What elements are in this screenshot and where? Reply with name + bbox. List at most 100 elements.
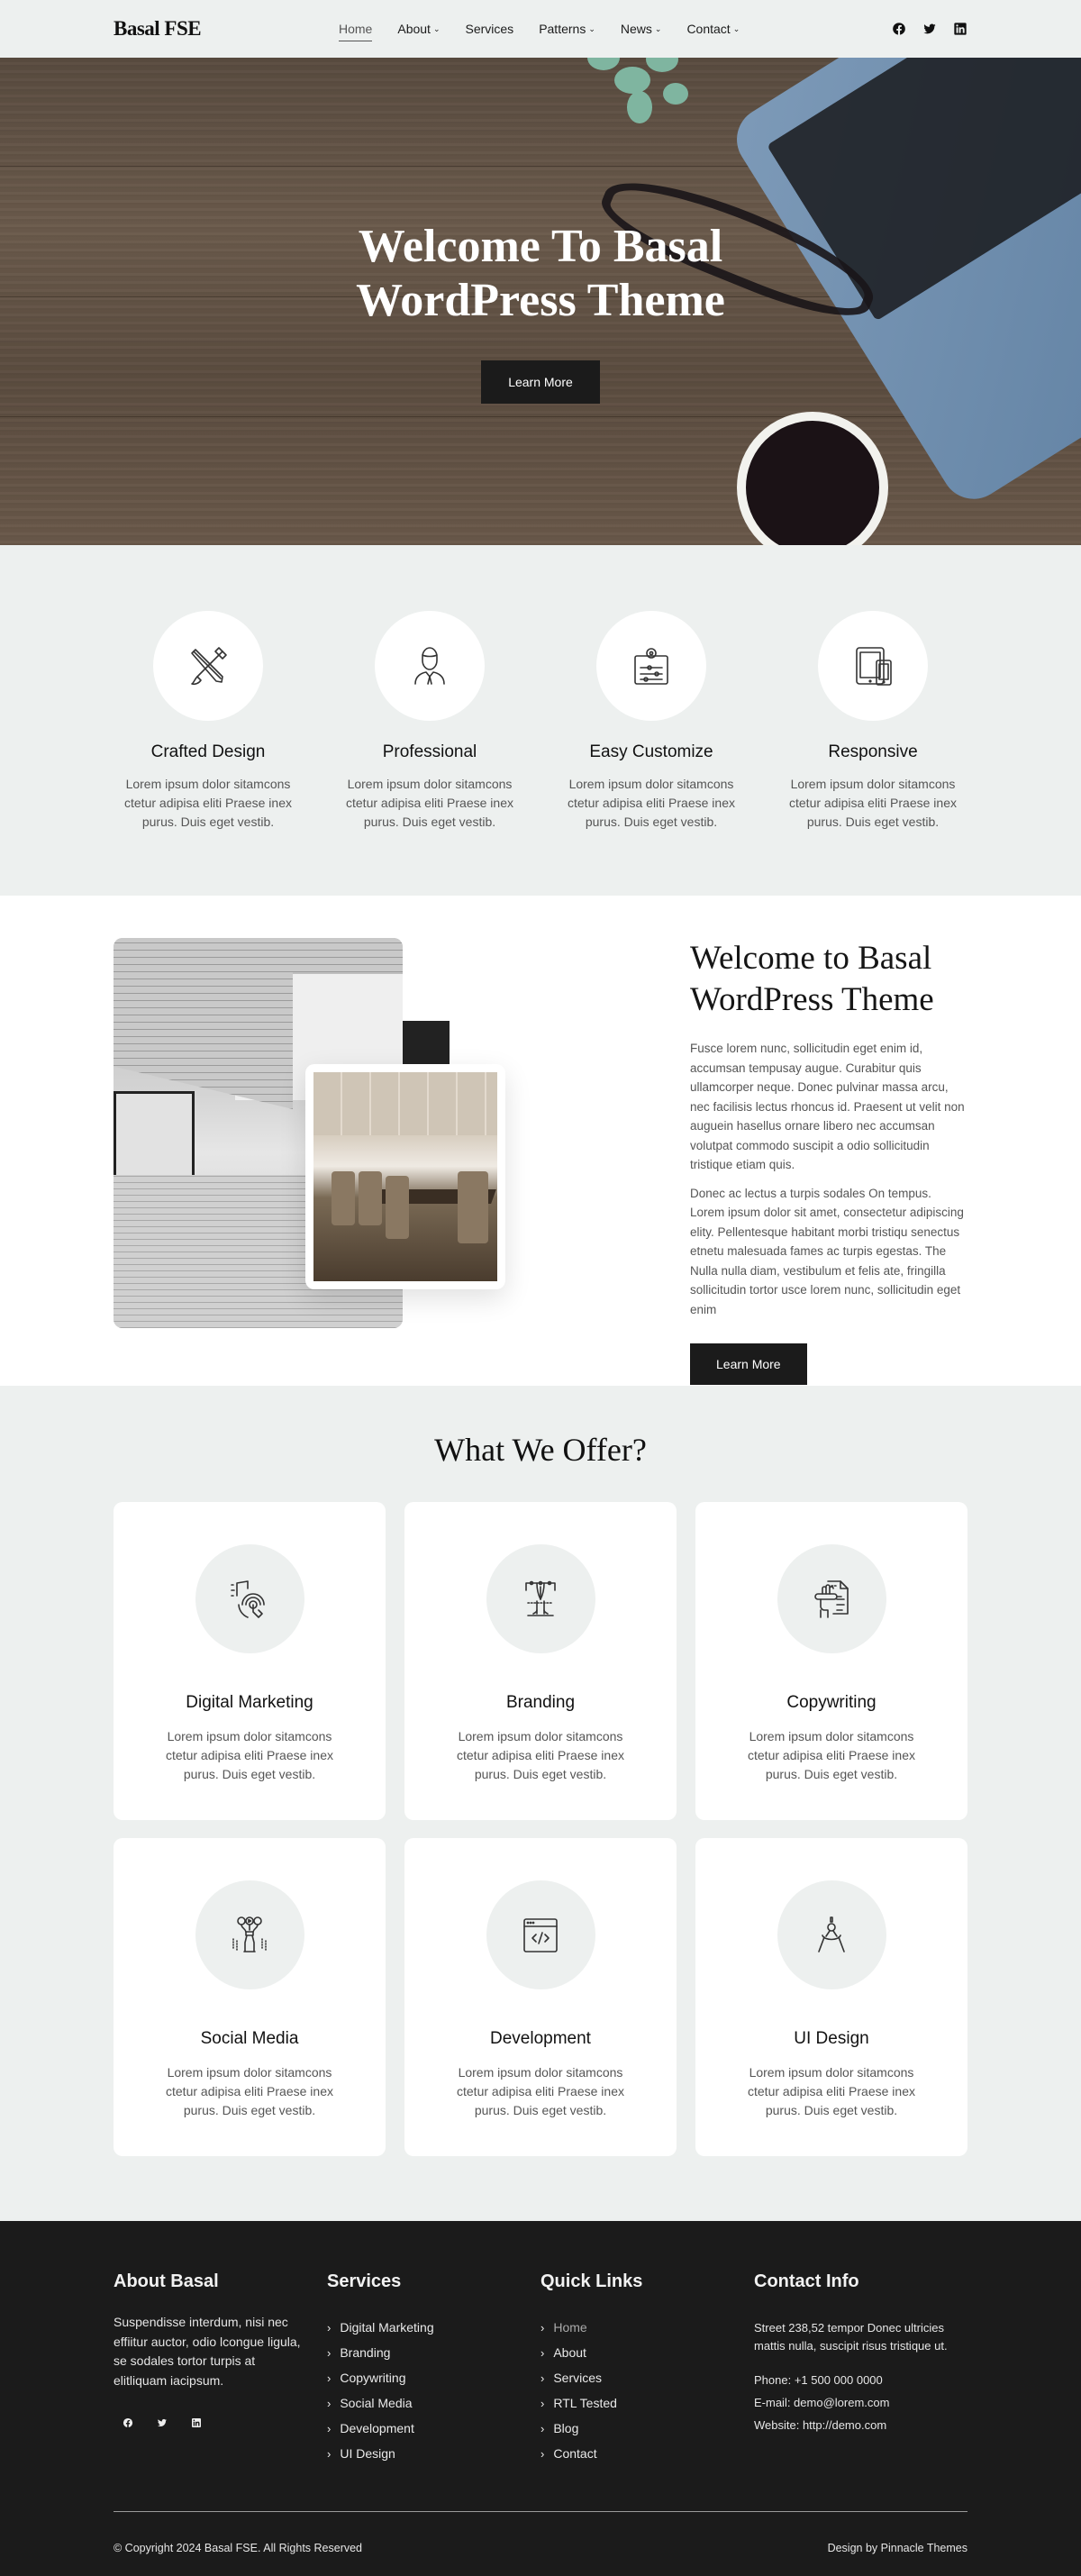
offer-card-desc: Lorem ipsum dolor sitamcons ctetur adipi…: [166, 2065, 333, 2117]
feature-desc: Lorem ipsum dolor sitamcons ctetur adipi…: [789, 777, 957, 829]
feature-desc: Lorem ipsum dolor sitamcons ctetur adipi…: [346, 777, 513, 829]
offer-icon-circle: [486, 1880, 595, 1989]
footer-service-link[interactable]: › Digital Marketing: [327, 2315, 540, 2340]
contact-phone[interactable]: Phone: +1 500 000 0000: [754, 2369, 967, 2391]
feature-desc: Lorem ipsum dolor sitamcons ctetur adipi…: [568, 777, 735, 829]
footer-contact: Contact Info Street 238,52 tempor Donec …: [754, 2271, 967, 2466]
footer-quick-link[interactable]: › RTL Tested: [540, 2390, 754, 2416]
offer-card-title: Social Media: [200, 2029, 299, 2048]
site-logo[interactable]: Basal FSE: [114, 17, 339, 41]
nav-label: Patterns: [539, 22, 586, 36]
facebook-icon[interactable]: [123, 2417, 133, 2428]
meeting-room-image-frame: [305, 1064, 505, 1289]
feature-icon-circle: [153, 611, 263, 721]
chevron-right-icon: ›: [327, 2320, 332, 2335]
link-label: Contact: [553, 2446, 597, 2461]
facebook-icon[interactable]: [892, 22, 906, 36]
contact-email[interactable]: E-mail: demo@lorem.com: [754, 2391, 967, 2414]
chevron-down-icon: ⌄: [432, 23, 441, 33]
link-label: Digital Marketing: [340, 2320, 434, 2335]
footer-service-link[interactable]: › Branding: [327, 2340, 540, 2365]
nav-home[interactable]: Home: [339, 22, 373, 41]
nav-about[interactable]: About ⌄: [397, 22, 440, 36]
link-label: UI Design: [340, 2446, 395, 2461]
feature-item: Professional Lorem ipsum dolor sitamcons…: [335, 611, 524, 832]
welcome-learn-more-button[interactable]: Learn More: [690, 1343, 807, 1385]
footer-bottom: © Copyright 2024 Basal FSE. All Rights R…: [114, 2542, 967, 2554]
settings-sliders-icon: [634, 648, 668, 685]
hero-title-line: WordPress Theme: [356, 275, 725, 326]
footer-quick-link[interactable]: › Blog: [540, 2416, 754, 2441]
pen-tool-type-icon: [525, 1580, 556, 1616]
hero-learn-more-button[interactable]: Learn More: [481, 360, 600, 404]
contact-website[interactable]: Website: http://demo.com: [754, 2414, 967, 2436]
touch-click-icon: [231, 1579, 265, 1618]
chevron-right-icon: ›: [540, 2396, 545, 2410]
compass-icon: [818, 1916, 845, 1952]
nav-label: Contact: [686, 22, 731, 36]
link-label: Social Media: [340, 2396, 413, 2410]
meeting-room-image: [313, 1072, 497, 1281]
hero-content: Welcome To Basal WordPress Theme Learn M…: [0, 220, 1081, 404]
twitter-icon[interactable]: [157, 2417, 168, 2428]
twitter-icon[interactable]: [922, 22, 937, 36]
nav-services[interactable]: Services: [466, 22, 514, 36]
offer-icon-circle: [777, 1880, 886, 1989]
footer-services-title: Services: [327, 2271, 402, 2291]
footer-contact-title: Contact Info: [754, 2271, 859, 2291]
footer-service-link[interactable]: › UI Design: [327, 2441, 540, 2466]
link-label: Services: [553, 2371, 603, 2385]
linkedin-icon[interactable]: [191, 2417, 202, 2428]
nav-patterns[interactable]: Patterns ⌄: [539, 22, 595, 36]
footer-service-link[interactable]: › Social Media: [327, 2390, 540, 2416]
plant-image: [587, 58, 688, 123]
nav-news[interactable]: News ⌄: [621, 22, 662, 36]
chevron-right-icon: ›: [540, 2371, 545, 2385]
offer-icon-circle: [195, 1880, 304, 1989]
welcome-image-collage: [114, 938, 573, 1334]
chevron-right-icon: ›: [327, 2446, 332, 2461]
chevron-right-icon: ›: [540, 2446, 545, 2461]
nav-label: Services: [465, 22, 514, 36]
contact-address: Street 238,52 tempor Donec ultricies mat…: [754, 2321, 948, 2353]
welcome-title: Welcome to Basal WordPress Theme: [690, 938, 967, 1021]
welcome-section: Welcome to Basal WordPress Theme Fusce l…: [0, 896, 1081, 1386]
design-credit[interactable]: Design by Pinnacle Themes: [828, 2542, 967, 2554]
offer-card[interactable]: Digital Marketing Lorem ipsum dolor sita…: [114, 1502, 386, 1820]
footer-quick-link[interactable]: › About: [540, 2340, 754, 2365]
welcome-paragraph: Donec ac lectus a turpis sodales On temp…: [690, 1186, 964, 1316]
chevron-down-icon: ⌄: [732, 23, 740, 33]
offer-icon-circle: [195, 1544, 304, 1653]
nav-contact[interactable]: Contact ⌄: [686, 22, 740, 36]
offer-card[interactable]: Copywriting Lorem ipsum dolor sitamcons …: [695, 1502, 967, 1820]
offer-card-desc: Lorem ipsum dolor sitamcons ctetur adipi…: [457, 2065, 624, 2117]
footer-quick-link[interactable]: › Services: [540, 2365, 754, 2390]
chevron-right-icon: ›: [540, 2345, 545, 2360]
offer-card-desc: Lorem ipsum dolor sitamcons ctetur adipi…: [748, 2065, 915, 2117]
offer-section: What We Offer? Digital Marketing Lorem i…: [0, 1386, 1081, 2221]
footer-quick-link[interactable]: › Contact: [540, 2441, 754, 2466]
footer-quick-link[interactable]: › Home: [540, 2315, 754, 2340]
feature-item: Crafted Design Lorem ipsum dolor sitamco…: [114, 611, 303, 832]
offer-card[interactable]: Development Lorem ipsum dolor sitamcons …: [404, 1838, 677, 2156]
offer-card[interactable]: Branding Lorem ipsum dolor sitamcons cte…: [404, 1502, 677, 1820]
feature-icon-circle: [818, 611, 928, 721]
offer-card-title: Branding: [505, 1693, 576, 1712]
site-footer: About Basal Suspendisse interdum, nisi n…: [0, 2221, 1081, 2576]
offer-card[interactable]: UI Design Lorem ipsum dolor sitamcons ct…: [695, 1838, 967, 2156]
offer-card-desc: Lorem ipsum dolor sitamcons ctetur adipi…: [457, 1729, 624, 1781]
offer-card[interactable]: Social Media Lorem ipsum dolor sitamcons…: [114, 1838, 386, 2156]
footer-services: Services › Digital Marketing › Branding › C…: [327, 2271, 540, 2466]
footer-divider: [114, 2511, 967, 2512]
footer-service-link[interactable]: › Development: [327, 2416, 540, 2441]
social-strategy-icon: [232, 1916, 267, 1952]
devices-icon: [856, 647, 892, 686]
chevron-right-icon: ›: [327, 2396, 332, 2410]
link-label: Copywriting: [340, 2371, 406, 2385]
chevron-down-icon: ⌄: [588, 23, 595, 33]
feature-title: Crafted Design: [150, 742, 266, 761]
copyright-text: © Copyright 2024 Basal FSE. All Rights R…: [114, 2542, 363, 2554]
link-label: Branding: [340, 2345, 391, 2360]
footer-service-link[interactable]: › Copywriting: [327, 2365, 540, 2390]
linkedin-icon[interactable]: [953, 22, 967, 36]
